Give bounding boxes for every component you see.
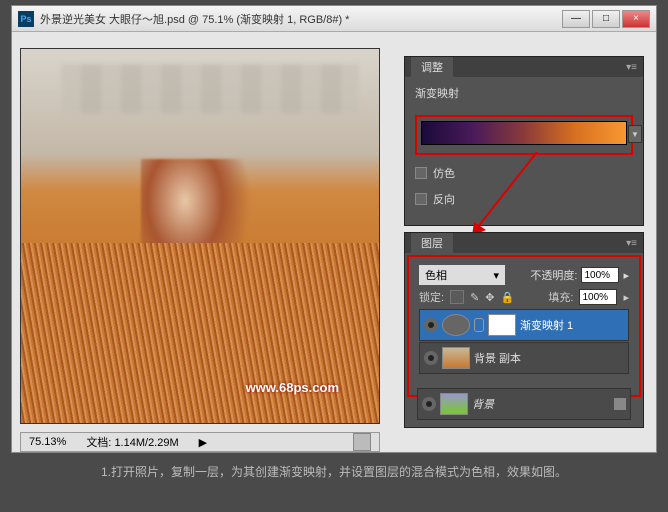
blend-mode-select[interactable]: 色相▾ <box>419 265 505 285</box>
tab-layers[interactable]: 图层 <box>411 233 453 253</box>
layers-menu-icon[interactable]: ▾≡ <box>626 238 637 249</box>
layers-panel-header: 图层 ▾≡ <box>405 233 643 253</box>
lock-label: 锁定: <box>419 289 444 305</box>
lock-transparency-icon[interactable] <box>450 290 464 304</box>
fill-input[interactable] <box>579 289 617 305</box>
layer-name[interactable]: 背景 副本 <box>474 350 624 366</box>
lock-row: 锁定: ✎ ✥ 🔒 填充: ▸ <box>419 289 629 305</box>
layers-panel: 图层 ▾≡ 色相▾ 不透明度: ▸ 锁定: ✎ ✥ 🔒 <box>404 232 644 428</box>
fill-label: 填充: <box>548 289 573 305</box>
blend-mode-row: 色相▾ 不透明度: ▸ <box>419 265 629 285</box>
instruction-text: 1.打开照片，复制一层，为其创建渐变映射，并设置图层的混合模式为色相，效果如图。 <box>0 463 668 480</box>
photo-grass <box>21 243 379 423</box>
photo-canvas: www.68ps.com <box>21 49 379 423</box>
reverse-label: 反向 <box>433 191 455 207</box>
reverse-checkbox[interactable] <box>415 193 427 205</box>
visibility-icon[interactable] <box>424 318 438 332</box>
opacity-label: 不透明度: <box>530 267 577 283</box>
layer-name[interactable]: 渐变映射 1 <box>520 317 624 333</box>
minimize-button[interactable]: — <box>562 10 590 28</box>
layer-background[interactable]: 背景 <box>417 388 631 420</box>
doc-size: 文档: 1.14M/2.29M <box>86 434 178 450</box>
layers-body: 色相▾ 不透明度: ▸ 锁定: ✎ ✥ 🔒 填充: ▸ <box>413 261 635 379</box>
dither-label: 仿色 <box>433 165 455 181</box>
fill-arrow-icon[interactable]: ▸ <box>623 291 629 304</box>
window-controls: — □ × <box>562 10 650 28</box>
layer-background-copy[interactable]: 背景 副本 <box>419 342 629 374</box>
layer-gradient-map[interactable]: 渐变映射 1 <box>419 309 629 341</box>
opacity-arrow-icon[interactable]: ▸ <box>623 269 629 282</box>
app-window: Ps 外景逆光美女 大眼仔～旭.psd @ 75.1% (渐变映射 1, RGB… <box>11 5 657 453</box>
close-button[interactable]: × <box>622 10 650 28</box>
canvas-area[interactable]: www.68ps.com <box>20 48 380 424</box>
window-title: 外景逆光美女 大眼仔～旭.psd @ 75.1% (渐变映射 1, RGB/8#… <box>40 11 562 27</box>
annotation-arrow <box>462 146 552 242</box>
background-lock-icon <box>614 398 626 410</box>
layers-bottom: 背景 <box>411 384 637 425</box>
maximize-button[interactable]: □ <box>592 10 620 28</box>
layer-thumb <box>442 347 470 369</box>
photo-buildings <box>61 64 359 114</box>
tab-adjustments[interactable]: 调整 <box>411 57 453 77</box>
layer-thumb <box>440 393 468 415</box>
scroll-corner <box>353 433 371 451</box>
lock-all-icon[interactable]: 🔒 <box>501 291 515 304</box>
dither-checkbox[interactable] <box>415 167 427 179</box>
chevron-down-icon: ▾ <box>493 269 499 282</box>
app-icon: Ps <box>18 11 34 27</box>
titlebar: Ps 外景逆光美女 大眼仔～旭.psd @ 75.1% (渐变映射 1, RGB… <box>12 6 656 32</box>
gradient-preview[interactable]: ▼ <box>421 121 627 145</box>
lock-move-icon[interactable]: ✥ <box>485 291 494 304</box>
visibility-icon[interactable] <box>422 397 436 411</box>
watermark: www.68ps.com <box>246 380 339 395</box>
status-bar: 75.13% 文档: 1.14M/2.29M ▶ <box>20 432 380 452</box>
opacity-input[interactable] <box>581 267 619 283</box>
panel-menu-icon[interactable]: ▾≡ <box>626 62 637 73</box>
gradient-dropdown-icon[interactable]: ▼ <box>628 125 642 143</box>
adjustments-panel-header: 调整 ▾≡ <box>405 57 643 77</box>
link-icon[interactable] <box>474 318 484 332</box>
status-arrow-icon[interactable]: ▶ <box>199 436 207 449</box>
lock-brush-icon[interactable]: ✎ <box>470 291 479 304</box>
mask-thumb[interactable] <box>488 314 516 336</box>
adjustment-thumb-icon <box>442 314 470 336</box>
layer-name[interactable]: 背景 <box>472 396 610 412</box>
adjustment-type-label: 渐变映射 <box>415 85 633 101</box>
visibility-icon[interactable] <box>424 351 438 365</box>
zoom-level[interactable]: 75.13% <box>29 436 66 448</box>
